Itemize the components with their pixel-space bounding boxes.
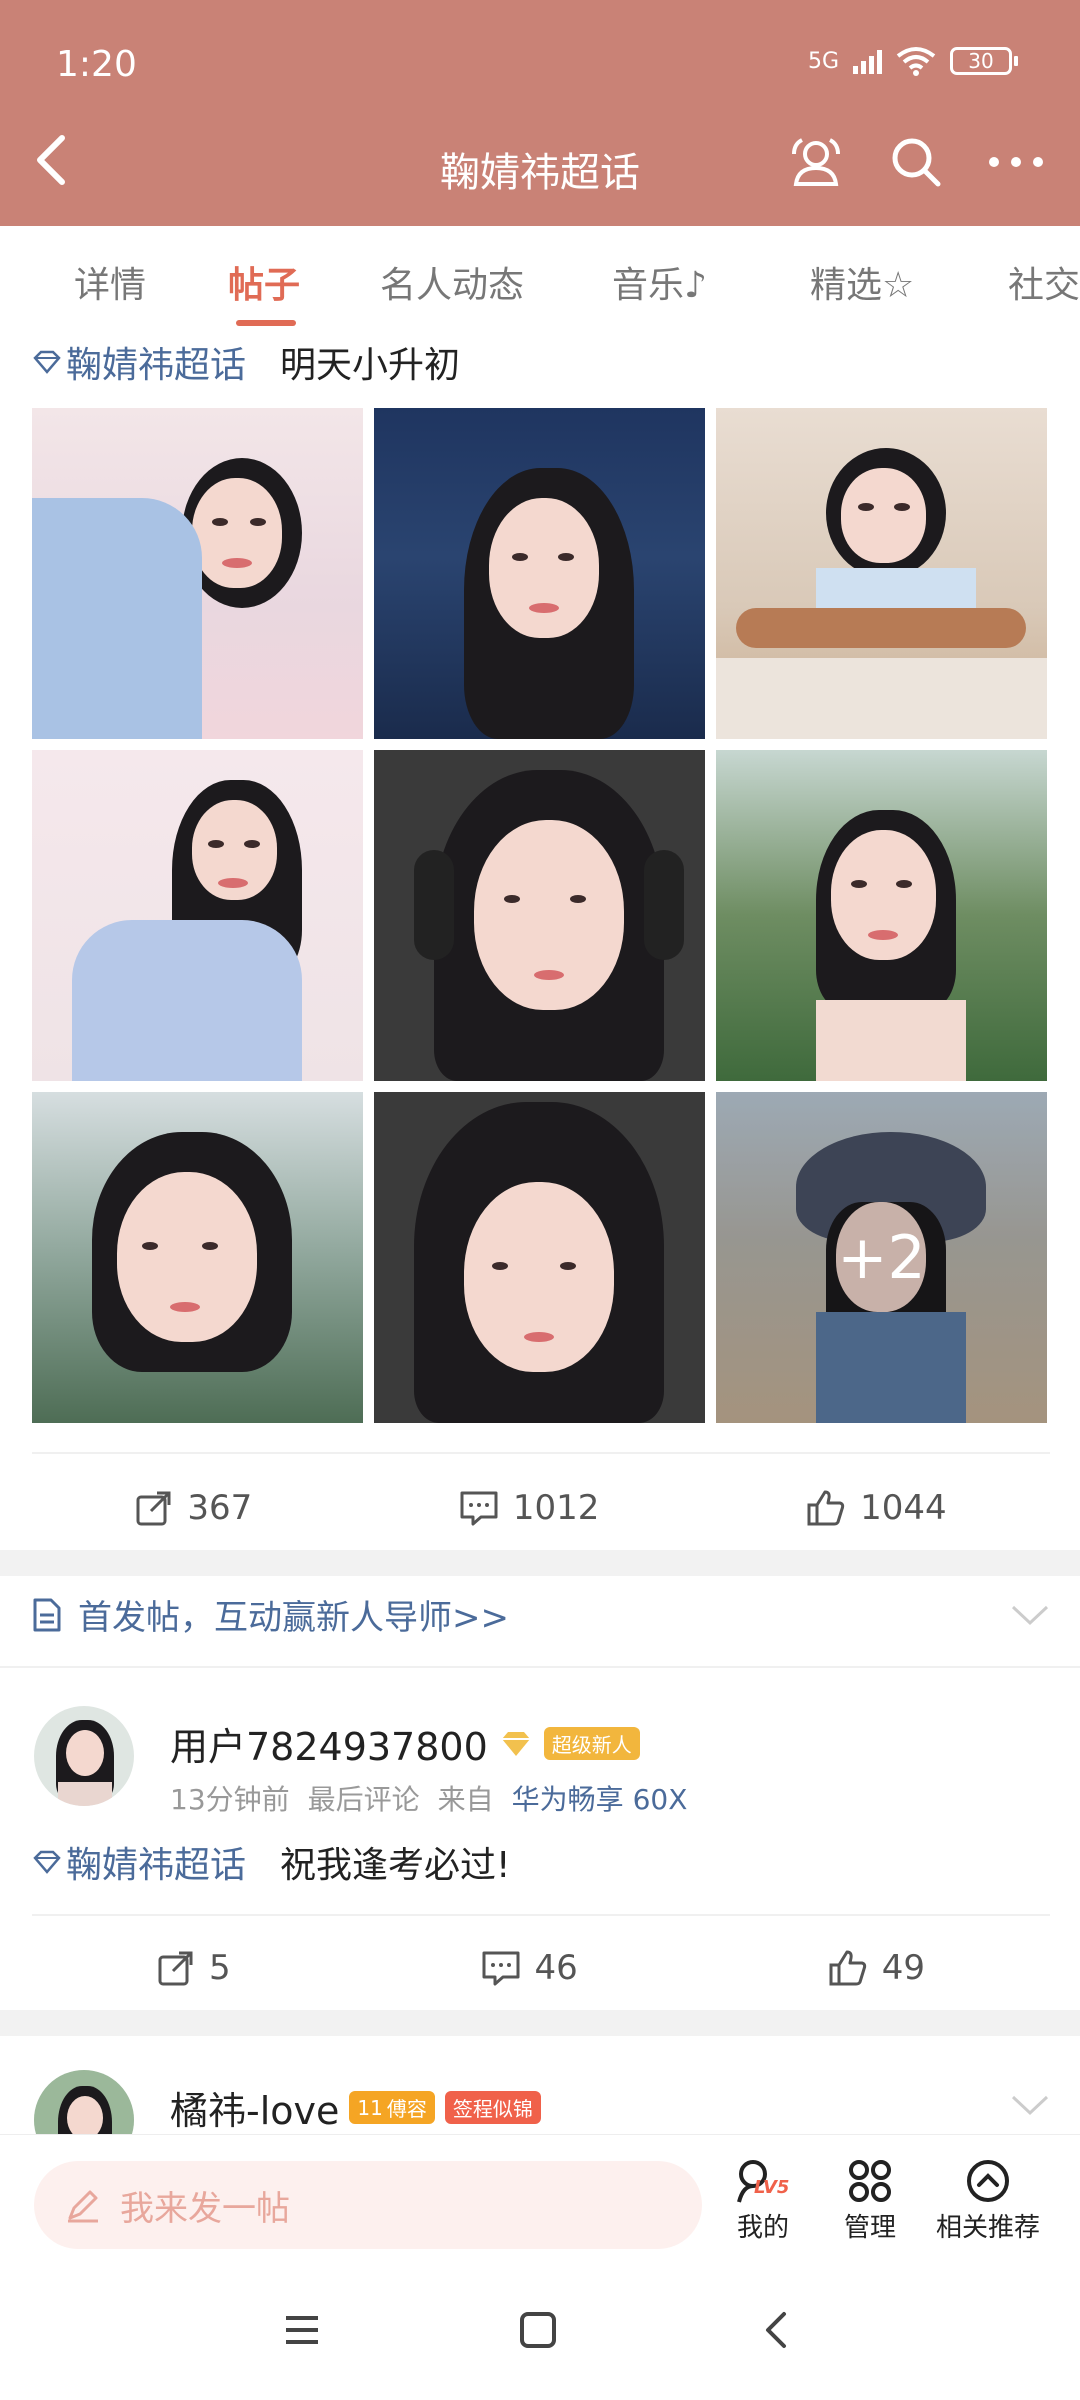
status-icons: 5G 30 bbox=[808, 46, 1018, 76]
share-button[interactable]: 5 bbox=[157, 1948, 231, 1988]
avatar[interactable] bbox=[34, 1706, 134, 1806]
level-icon: LV5 bbox=[728, 2155, 798, 2207]
pencil-icon bbox=[68, 2190, 98, 2223]
photo-thumbnail[interactable] bbox=[32, 408, 363, 739]
username[interactable]: 用户7824937800 bbox=[170, 1716, 488, 1771]
tab-featured[interactable]: 精选☆ bbox=[810, 256, 914, 308]
compose-post-input[interactable]: 我来发一帖 bbox=[34, 2161, 702, 2249]
section-gap bbox=[0, 2010, 1080, 2036]
level-number: 11 bbox=[357, 2095, 383, 2120]
members-button[interactable] bbox=[784, 130, 848, 194]
comment-button[interactable]: 46 bbox=[481, 1948, 578, 1988]
chevron-down-icon[interactable] bbox=[1010, 1604, 1050, 1626]
diamond-icon bbox=[33, 1850, 61, 1874]
post2-meta: 13分钟前 最后评论 来自 华为畅享 60X bbox=[170, 1778, 687, 1818]
search-button[interactable] bbox=[884, 130, 948, 194]
more-button[interactable] bbox=[984, 130, 1048, 194]
members-icon bbox=[792, 138, 840, 186]
chevron-up-circle-icon bbox=[967, 2160, 1009, 2202]
post1-actions: 367 1012 1044 bbox=[32, 1478, 1050, 1538]
diamond-icon bbox=[33, 350, 61, 374]
photo-thumbnail-more[interactable]: +2 bbox=[716, 1092, 1047, 1423]
post1-text: 明天小升初 bbox=[280, 345, 461, 386]
grid-manage-icon bbox=[849, 2160, 891, 2202]
status-time: 1:20 bbox=[56, 44, 137, 85]
wifi-icon bbox=[896, 47, 936, 76]
post2-text: 祝我逢考必过! bbox=[280, 1845, 511, 1886]
post1-topic-line: 鞠婧祎超话 明天小升初 bbox=[32, 336, 460, 388]
mine-button[interactable]: LV5 我的 bbox=[728, 2155, 798, 2244]
divider bbox=[32, 1452, 1050, 1454]
share-button[interactable]: 367 bbox=[135, 1488, 252, 1528]
photo-thumbnail[interactable] bbox=[374, 750, 705, 1081]
home-icon[interactable] bbox=[518, 2310, 558, 2350]
battery-icon: 30 bbox=[950, 47, 1018, 75]
photo-thumbnail[interactable] bbox=[716, 408, 1047, 739]
post2-actions: 5 46 49 bbox=[32, 1938, 1050, 1998]
tab-music[interactable]: 音乐♪ bbox=[612, 256, 707, 308]
post3-username-row: 橘祎-love 11 傅容 签程似锦 bbox=[170, 2080, 541, 2135]
username[interactable]: 橘祎-love bbox=[170, 2080, 339, 2135]
post2-username-row: 用户7824937800 超级新人 bbox=[170, 1716, 640, 1771]
nav-actions bbox=[784, 130, 1048, 194]
topic-link[interactable]: 鞠婧祎超话 bbox=[32, 1836, 246, 1888]
related-recommend-button[interactable]: 相关推荐 bbox=[936, 2155, 1040, 2244]
tab-bar: 详情 帖子 名人动态 音乐♪ 精选☆ 社交 bbox=[0, 226, 1080, 330]
chevron-down-icon[interactable] bbox=[1010, 2094, 1050, 2116]
system-navigation-bar bbox=[0, 2270, 1080, 2400]
share-icon bbox=[158, 1951, 193, 1986]
source-label: 来自 bbox=[437, 1783, 494, 1816]
search-icon bbox=[892, 138, 941, 187]
app-header: 1:20 5G 30 鞠婧祎超话 bbox=[0, 0, 1080, 226]
bottom-action-bar: 我来发一帖 LV5 我的 管理 相关推荐 bbox=[0, 2134, 1080, 2270]
photo-thumbnail[interactable] bbox=[374, 1092, 705, 1423]
tab-details[interactable]: 详情 bbox=[74, 256, 146, 308]
active-tab-indicator bbox=[236, 320, 296, 326]
level-badge: 11 傅容 bbox=[349, 2091, 435, 2124]
badge-title: 签程似锦 bbox=[444, 2091, 541, 2124]
tab-posts[interactable]: 帖子 bbox=[228, 256, 300, 308]
thumbs-up-icon bbox=[807, 1490, 845, 1526]
device-name[interactable]: 华为畅享 60X bbox=[512, 1778, 688, 1818]
network-label: 5G bbox=[807, 48, 839, 74]
document-icon bbox=[33, 1598, 61, 1631]
star-icon: ☆ bbox=[882, 265, 915, 306]
thumbs-up-icon bbox=[829, 1950, 866, 1986]
share-icon bbox=[136, 1491, 171, 1526]
post2-topic-line: 鞠婧祎超话 祝我逢考必过! bbox=[32, 1836, 510, 1888]
post1-photo-grid: +2 bbox=[32, 408, 1050, 1423]
photo-thumbnail[interactable] bbox=[32, 1092, 363, 1423]
divider bbox=[0, 1666, 1080, 1668]
divider bbox=[32, 1914, 1050, 1916]
music-note-icon: ♪ bbox=[684, 265, 707, 306]
like-button[interactable]: 49 bbox=[828, 1948, 925, 1988]
comment-icon bbox=[460, 1491, 498, 1526]
menu-icon[interactable] bbox=[282, 2310, 322, 2350]
more-dots-icon bbox=[989, 157, 1043, 167]
like-button[interactable]: 1044 bbox=[806, 1488, 947, 1528]
comment-button[interactable]: 1012 bbox=[459, 1488, 599, 1528]
last-comment-label: 最后评论 bbox=[307, 1783, 420, 1816]
badge-super-newbie: 超级新人 bbox=[543, 1727, 640, 1760]
topic-link[interactable]: 鞠婧祎超话 bbox=[32, 336, 246, 388]
signal-icon bbox=[853, 48, 882, 74]
back-icon[interactable] bbox=[756, 2310, 796, 2350]
comment-icon bbox=[482, 1951, 520, 1986]
photo-thumbnail[interactable] bbox=[374, 408, 705, 739]
photo-thumbnail[interactable] bbox=[32, 750, 363, 1081]
tab-celebrity-news[interactable]: 名人动态 bbox=[380, 256, 524, 308]
tab-social[interactable]: 社交 bbox=[1008, 256, 1080, 308]
section-gap bbox=[0, 1550, 1080, 1576]
first-post-notice[interactable]: 首发帖，互动赢新人导师>> bbox=[32, 1590, 1050, 1639]
post-time: 13分钟前 bbox=[170, 1783, 290, 1816]
more-photos-count: +2 bbox=[716, 1092, 1047, 1423]
photo-thumbnail[interactable] bbox=[716, 750, 1047, 1081]
manage-button[interactable]: 管理 bbox=[844, 2155, 896, 2244]
vip-badge-icon bbox=[501, 1731, 530, 1756]
